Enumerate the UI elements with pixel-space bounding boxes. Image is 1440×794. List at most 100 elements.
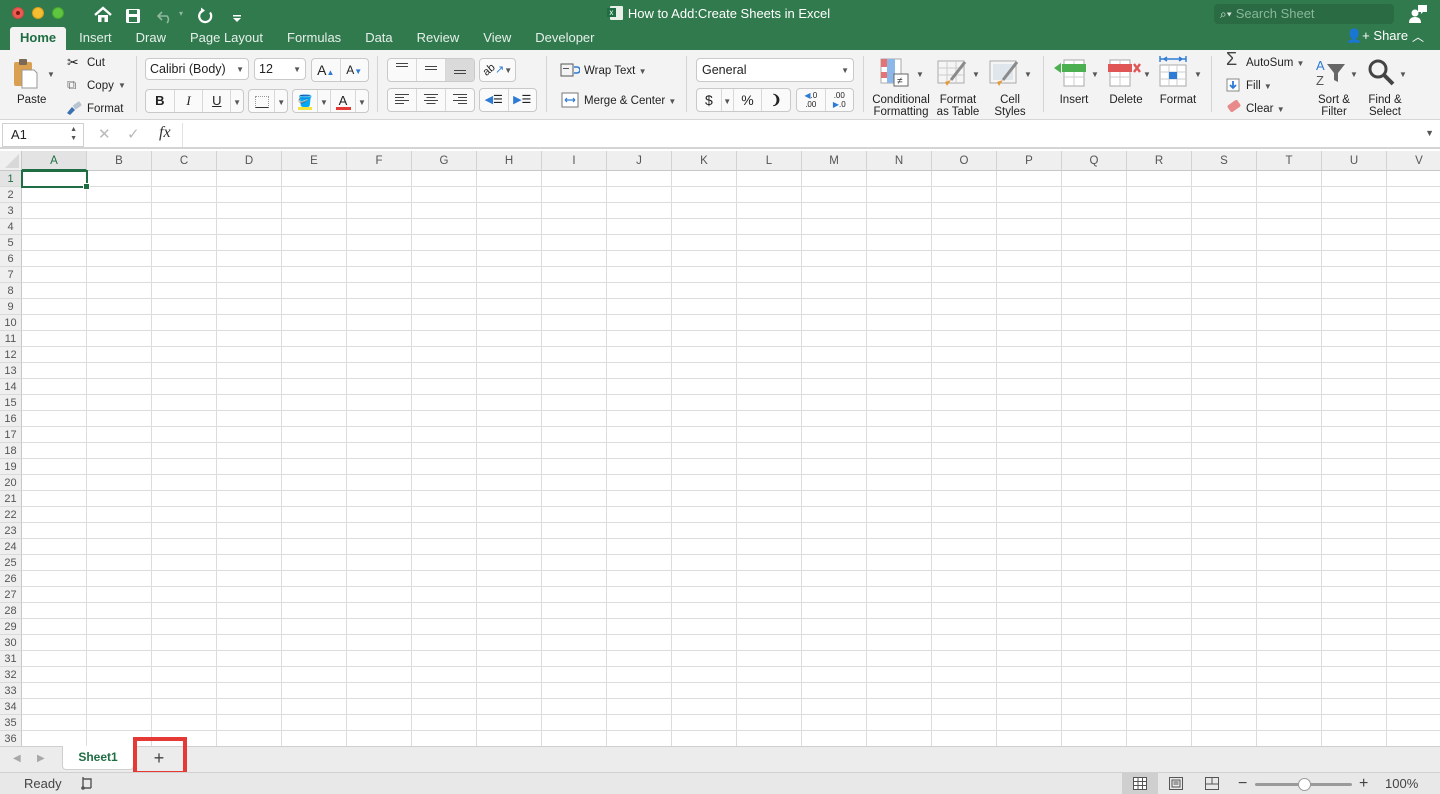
font-size-select[interactable]: 12 ▼: [254, 58, 306, 80]
bold-button[interactable]: B: [146, 90, 175, 112]
row-header-12[interactable]: 12: [0, 347, 22, 363]
cut-button[interactable]: Cut: [87, 56, 105, 70]
row-header-25[interactable]: 25: [0, 555, 22, 571]
sheet-tab-sheet1[interactable]: Sheet1: [62, 746, 134, 770]
next-sheet-icon[interactable]: ▶: [37, 753, 45, 764]
format-painter-button[interactable]: Format: [87, 102, 123, 116]
decrease-decimal-button[interactable]: .00 ▶.0: [826, 89, 854, 111]
zoom-out-button[interactable]: −: [1238, 773, 1247, 794]
column-header-q[interactable]: Q: [1062, 151, 1127, 171]
column-header-v[interactable]: V: [1387, 151, 1440, 171]
tab-page-layout[interactable]: Page Layout: [179, 27, 274, 50]
font-color-dropdown[interactable]: ▼: [356, 90, 368, 112]
tab-home[interactable]: Home: [10, 27, 67, 50]
select-all-button[interactable]: [0, 151, 22, 171]
clear-button[interactable]: Clear ▼: [1246, 102, 1285, 117]
row-header-24[interactable]: 24: [0, 539, 22, 555]
find-select-dropdown-icon[interactable]: ▼: [1399, 70, 1407, 79]
row-header-2[interactable]: 2: [0, 187, 22, 203]
row-header-35[interactable]: 35: [0, 715, 22, 731]
underline-button[interactable]: U: [203, 90, 232, 112]
fill-color-button[interactable]: 🪣: [293, 90, 318, 112]
row-header-36[interactable]: 36: [0, 731, 22, 746]
currency-dropdown[interactable]: ▼: [722, 89, 734, 111]
column-header-b[interactable]: B: [87, 151, 152, 171]
increase-decimal-button[interactable]: ◀.0.00: [797, 89, 826, 111]
paste-icon[interactable]: [12, 58, 38, 90]
paste-button[interactable]: Paste: [17, 93, 46, 107]
zoom-in-button[interactable]: +: [1359, 773, 1368, 794]
row-header-17[interactable]: 17: [0, 427, 22, 443]
row-header-8[interactable]: 8: [0, 283, 22, 299]
name-box-stepper-icon[interactable]: ▲ ▼: [70, 125, 77, 143]
tab-data[interactable]: Data: [354, 27, 403, 50]
sort-filter-icon[interactable]: AZ: [1314, 58, 1350, 88]
collapse-ribbon-icon[interactable]: ︿: [1412, 28, 1424, 45]
page-break-view-button[interactable]: [1194, 773, 1230, 794]
align-left-button[interactable]: [388, 89, 417, 111]
row-header-34[interactable]: 34: [0, 699, 22, 715]
spreadsheet-grid[interactable]: A B C D E F G H I J K L M N O P Q R S T U V 1 2 3 4 5 6 7 8 9 10 11 12 13 1…: [0, 151, 1440, 746]
share-button[interactable]: 👤+ Share: [1346, 27, 1408, 45]
row-header-16[interactable]: 16: [0, 411, 22, 427]
row-header-26[interactable]: 26: [0, 571, 22, 587]
row-header-3[interactable]: 3: [0, 203, 22, 219]
page-layout-view-button[interactable]: [1158, 773, 1194, 794]
format-cells-icon[interactable]: [1158, 56, 1190, 88]
zoom-percentage[interactable]: 100%: [1385, 776, 1418, 791]
row-header-33[interactable]: 33: [0, 683, 22, 699]
previous-sheet-icon[interactable]: ◀: [13, 753, 21, 764]
insert-function-button[interactable]: fx: [159, 124, 171, 142]
decrease-font-size-button[interactable]: A▼: [341, 59, 369, 81]
column-header-s[interactable]: S: [1192, 151, 1257, 171]
tab-formulas[interactable]: Formulas: [276, 27, 352, 50]
delete-cells-dropdown-icon[interactable]: ▼: [1143, 70, 1151, 79]
row-header-21[interactable]: 21: [0, 491, 22, 507]
row-header-9[interactable]: 9: [0, 299, 22, 315]
orientation-button[interactable]: ab↗▼: [479, 58, 516, 82]
row-header-6[interactable]: 6: [0, 251, 22, 267]
fill-color-dropdown[interactable]: ▼: [318, 90, 331, 112]
minimize-window-button[interactable]: [32, 7, 44, 19]
column-header-e[interactable]: E: [282, 151, 347, 171]
tab-insert[interactable]: Insert: [68, 27, 123, 50]
fill-button[interactable]: Fill ▼: [1246, 79, 1272, 94]
row-header-7[interactable]: 7: [0, 267, 22, 283]
record-macro-icon[interactable]: [80, 776, 94, 790]
row-header-22[interactable]: 22: [0, 507, 22, 523]
align-top-button[interactable]: [388, 59, 417, 81]
close-window-button[interactable]: [12, 7, 24, 19]
find-select-icon[interactable]: [1367, 58, 1397, 88]
column-header-a[interactable]: A: [22, 151, 87, 171]
row-header-29[interactable]: 29: [0, 619, 22, 635]
row-header-27[interactable]: 27: [0, 587, 22, 603]
increase-font-size-button[interactable]: A▲: [312, 59, 341, 81]
number-format-select[interactable]: General ▼: [696, 58, 854, 82]
cell-styles-button[interactable]: Cell Styles: [990, 94, 1030, 118]
row-header-13[interactable]: 13: [0, 363, 22, 379]
row-header-20[interactable]: 20: [0, 475, 22, 491]
percent-button[interactable]: %: [734, 89, 763, 111]
insert-cells-dropdown-icon[interactable]: ▼: [1091, 70, 1099, 79]
row-header-4[interactable]: 4: [0, 219, 22, 235]
column-header-g[interactable]: G: [412, 151, 477, 171]
column-header-r[interactable]: R: [1127, 151, 1192, 171]
comments-icon[interactable]: [1408, 4, 1428, 24]
row-header-15[interactable]: 15: [0, 395, 22, 411]
underline-dropdown[interactable]: ▼: [231, 90, 243, 112]
name-box[interactable]: A1 ▲ ▼: [2, 123, 84, 147]
column-header-o[interactable]: O: [932, 151, 997, 171]
wrap-text-button[interactable]: Wrap Text ▼: [584, 64, 646, 79]
undo-dropdown-icon[interactable]: ▾: [179, 3, 183, 25]
expand-formula-bar-icon[interactable]: ▼: [1425, 128, 1434, 138]
copy-button[interactable]: Copy: [87, 79, 114, 93]
row-header-23[interactable]: 23: [0, 523, 22, 539]
row-header-14[interactable]: 14: [0, 379, 22, 395]
find-select-button[interactable]: Find & Select: [1364, 94, 1406, 118]
redo-icon[interactable]: [197, 5, 214, 27]
format-as-table-button[interactable]: Format as Table: [932, 94, 984, 118]
column-header-u[interactable]: U: [1322, 151, 1387, 171]
confirm-entry-icon[interactable]: ✓: [127, 125, 140, 143]
row-header-28[interactable]: 28: [0, 603, 22, 619]
search-sheet-input[interactable]: ⌕▾ Search Sheet: [1214, 4, 1394, 24]
